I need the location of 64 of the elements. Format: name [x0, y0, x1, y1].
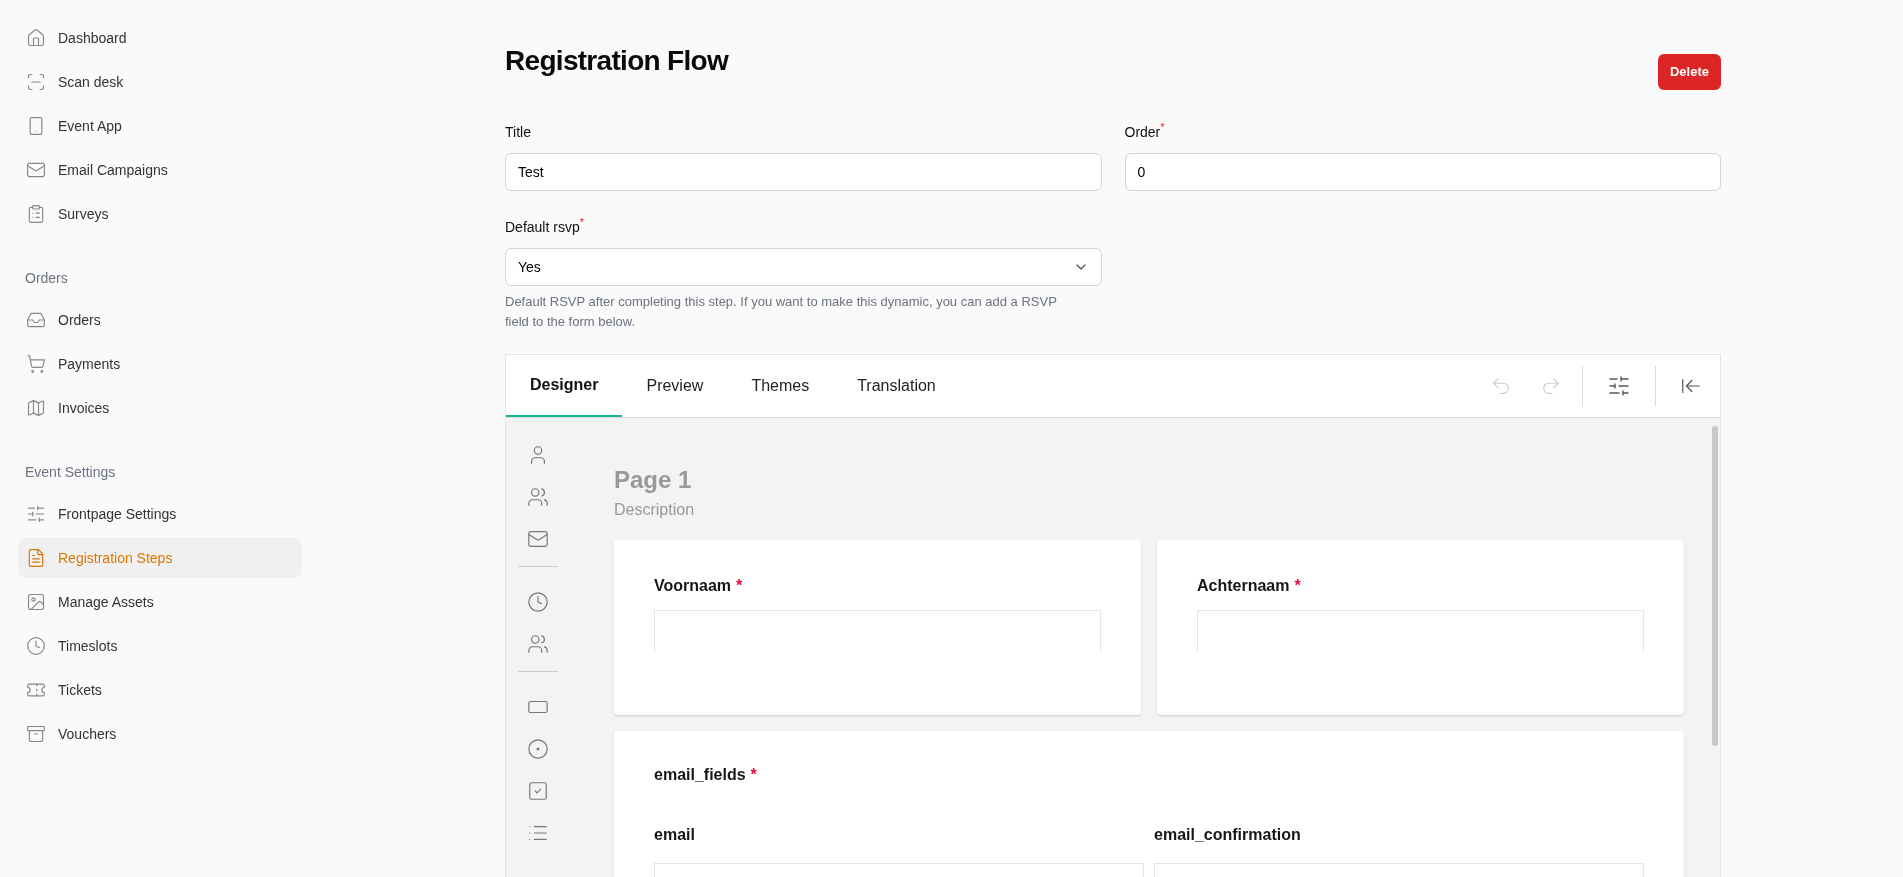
page-heading: Page 1 — [614, 465, 693, 495]
field-label: Default rsvp — [505, 218, 580, 237]
cart-icon — [26, 354, 46, 374]
field-title: email — [654, 825, 696, 845]
field-title: email_confirmation — [1154, 825, 1302, 845]
page-title: Registration Flow — [505, 44, 728, 78]
sidebar-item[interactable]: Payments — [18, 344, 302, 384]
question-card[interactable]: Achternaam * — [1157, 540, 1684, 715]
document-icon — [26, 548, 46, 568]
sidebar-item[interactable]: Email Campaigns — [18, 150, 302, 190]
required-mark: * — [736, 576, 743, 596]
section-heading: Event Settings — [24, 462, 117, 482]
settings-icon[interactable] — [1607, 374, 1631, 398]
sidebar-item[interactable]: Orders — [18, 300, 302, 340]
field-label: Order — [1124, 124, 1161, 142]
clipboard-icon — [26, 204, 46, 224]
sidebar-item[interactable]: Frontpage Settings — [18, 494, 302, 534]
sidebar-item[interactable]: Manage Assets — [18, 582, 302, 622]
required-mark: * — [1160, 122, 1165, 133]
scrollbar-thumb[interactable] — [1712, 426, 1718, 746]
sidebar-item[interactable]: Event App — [18, 106, 302, 146]
designer-tab[interactable]: Translation — [833, 355, 960, 417]
radio-icon[interactable] — [527, 738, 549, 760]
sidebar-item[interactable]: Dashboard — [18, 18, 302, 58]
sidebar-item[interactable]: Surveys — [18, 194, 302, 234]
order-input[interactable]: 0 — [1124, 153, 1721, 191]
people-icon[interactable] — [527, 486, 549, 508]
sidebar-item[interactable]: Tickets — [18, 670, 302, 710]
required-mark: * — [750, 765, 757, 785]
question-card[interactable]: email_fields * email email_confirmation — [614, 731, 1684, 877]
sidebar-item[interactable]: Scan desk — [18, 62, 302, 102]
envelope-icon — [26, 160, 46, 180]
clock-icon — [26, 636, 46, 656]
sidebar-item[interactable]: Vouchers — [18, 714, 302, 754]
required-mark: * — [1294, 576, 1301, 596]
question-card[interactable]: Voornaam * — [614, 540, 1141, 715]
sidebar-item[interactable]: Invoices — [18, 388, 302, 428]
people-icon[interactable] — [527, 633, 549, 655]
question-title: Voornaam — [654, 576, 732, 596]
home-icon — [26, 28, 46, 48]
text-input[interactable] — [1197, 610, 1644, 652]
map-icon — [26, 398, 46, 418]
section-heading: Orders — [24, 268, 69, 288]
designer-tab[interactable]: Preview — [622, 355, 728, 417]
field-label: Title — [505, 123, 531, 142]
help-text: Default RSVP after completing this step. If you want to make this dynamic, you can add a RSVP field to the form below. — [505, 293, 1058, 331]
tray-icon — [26, 310, 46, 330]
page-description: Description — [614, 500, 696, 520]
rsvp-select[interactable]: Yes — [505, 248, 1102, 286]
clock-icon[interactable] — [527, 591, 549, 613]
scan-icon — [26, 72, 46, 92]
question-title: email_fields — [654, 765, 746, 785]
required-mark: * — [579, 217, 584, 228]
envelope-icon[interactable] — [527, 528, 549, 550]
sliders-icon — [26, 504, 46, 524]
archive-icon — [26, 724, 46, 744]
question-title: Achternaam — [1197, 576, 1290, 596]
title-input[interactable]: Test — [505, 153, 1102, 191]
delete-button[interactable]: Delete — [1657, 54, 1721, 90]
checkbox-icon[interactable] — [527, 780, 549, 802]
image-icon — [26, 592, 46, 612]
sidebar-item[interactable]: Timeslots — [18, 626, 302, 666]
designer-tab[interactable]: Themes — [727, 355, 834, 417]
text-input[interactable] — [654, 610, 1101, 652]
